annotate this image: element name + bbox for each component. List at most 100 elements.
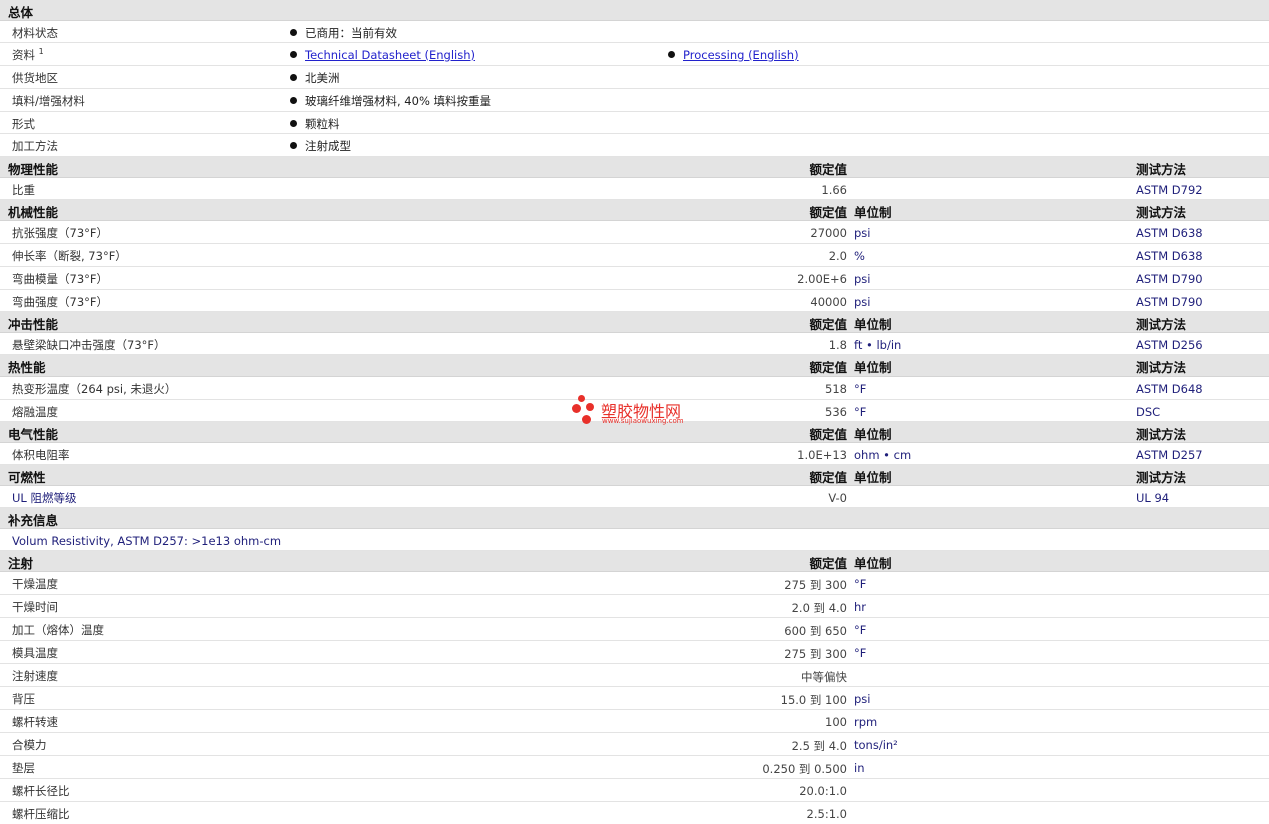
row-label: 模具温度 [12, 646, 58, 660]
section-title: 补充信息 [8, 513, 59, 528]
nominal-header: 额定值 [809, 556, 847, 571]
section-injection: 注射 额定值 单位制 [0, 551, 1269, 572]
row-unit: psi [854, 226, 871, 240]
bullet-item: Technical Datasheet (English) [290, 48, 475, 62]
unit-header: 单位制 [854, 317, 892, 332]
logo-dot-icon [578, 395, 585, 402]
row-value: 2.0 [828, 249, 847, 263]
table-row: 螺杆长径比 20.0:1.0 [0, 779, 1269, 802]
section-thermal: 热性能 额定值 单位制 测试方法 [0, 355, 1269, 377]
row-value: 2.00E+6 [797, 272, 847, 286]
row-label: 螺杆压缩比 [12, 807, 70, 821]
row-label: 材料状态 [12, 26, 58, 40]
row-label: 比重 [12, 183, 35, 197]
row-unit: °F [854, 623, 867, 637]
row-label: 填料/增强材料 [12, 94, 85, 108]
section-title: 总体 [8, 5, 34, 20]
supplement-note: Volum Resistivity, ASTM D257: >1e13 ohm-… [12, 534, 282, 548]
row-label: 螺杆长径比 [12, 784, 70, 798]
row-label: 加工方法 [12, 139, 58, 153]
row-label: 供货地区 [12, 71, 58, 85]
unit-header: 单位制 [854, 427, 892, 442]
row-value: 40000 [810, 295, 847, 309]
unit-header: 单位制 [854, 205, 892, 220]
table-row: 螺杆转速 100 rpm [0, 710, 1269, 733]
row-label: 熔融温度 [12, 405, 58, 419]
test-method-header: 测试方法 [1136, 317, 1187, 332]
row-unit: rpm [854, 715, 878, 729]
general-row-region: 供货地区 北美洲 [0, 66, 1269, 89]
bullet-icon [290, 142, 297, 149]
bullet-item: Processing (English) [668, 48, 799, 62]
row-label: 形式 [12, 117, 35, 131]
general-row-status: 材料状态 已商用：当前有效 [0, 21, 1269, 43]
row-method: ASTM D256 [1136, 338, 1203, 352]
row-value: 2.5 到 4.0 [791, 739, 847, 753]
nominal-header: 额定值 [809, 360, 847, 375]
row-label: 热变形温度（264 psi, 未退火） [12, 382, 177, 396]
table-row: 比重 1.66 ASTM D792 [0, 178, 1269, 200]
section-title: 注射 [8, 556, 34, 571]
processing-link[interactable]: Processing (English) [683, 48, 799, 62]
row-label: 垫层 [12, 761, 35, 775]
row-method: UL 94 [1136, 491, 1170, 505]
row-method: ASTM D792 [1136, 183, 1203, 197]
row-unit: ft • lb/in [854, 338, 902, 352]
row-label: UL 阻燃等级 [12, 491, 77, 505]
row-unit: tons/in² [854, 738, 898, 752]
row-label: 体积电阻率 [12, 448, 70, 462]
watermark-url: www.sujiaowuxing.com [602, 417, 684, 425]
logo-dot-icon [572, 404, 581, 413]
supplement-row: Volum Resistivity, ASTM D257: >1e13 ohm-… [0, 529, 1269, 551]
nominal-header: 额定值 [809, 427, 847, 442]
row-value: 518 [825, 382, 847, 396]
row-value: 20.0:1.0 [799, 784, 847, 798]
general-row-docs: 资料 1 Technical Datasheet (English) Proce… [0, 43, 1269, 66]
unit-header: 单位制 [854, 556, 892, 571]
row-unit: psi [854, 692, 871, 706]
section-title: 机械性能 [8, 205, 59, 220]
row-label: 注射速度 [12, 669, 58, 683]
row-value: 600 到 650 [784, 624, 847, 638]
row-unit: °F [854, 577, 867, 591]
row-value: 275 到 300 [784, 647, 847, 661]
test-method-header: 测试方法 [1136, 205, 1187, 220]
section-mechanical: 机械性能 额定值 单位制 测试方法 [0, 200, 1269, 221]
row-label: 抗张强度（73°F） [12, 226, 108, 240]
section-physical: 物理性能 额定值 测试方法 [0, 157, 1269, 178]
row-value: 1.66 [821, 183, 847, 197]
table-row: 悬壁梁缺口冲击强度（73°F） 1.8 ft • lb/in ASTM D256 [0, 333, 1269, 355]
general-row-form: 形式 颗粒料 [0, 112, 1269, 134]
watermark-logo: 塑胶物性网 www.sujiaowuxing.com [572, 394, 702, 428]
row-label: 加工（熔体）温度 [12, 623, 104, 637]
row-unit: psi [854, 272, 871, 286]
nominal-header: 额定值 [809, 162, 847, 177]
table-row: 弯曲强度（73°F） 40000 psi ASTM D790 [0, 290, 1269, 312]
table-row: 抗张强度（73°F） 27000 psi ASTM D638 [0, 221, 1269, 244]
row-value: 2.5:1.0 [806, 807, 847, 821]
unit-header: 单位制 [854, 470, 892, 485]
section-title: 冲击性能 [8, 317, 59, 332]
bullet-item: 玻璃纤维增强材料, 40% 填料按重量 [290, 93, 491, 109]
row-label: 悬壁梁缺口冲击强度（73°F） [12, 338, 166, 352]
row-label: 伸长率（断裂, 73°F） [12, 249, 127, 263]
bullet-icon [290, 120, 297, 127]
row-label: 螺杆转速 [12, 715, 58, 729]
row-unit: psi [854, 295, 871, 309]
table-row: 干燥时间 2.0 到 4.0 hr [0, 595, 1269, 618]
row-label: 背压 [12, 692, 35, 706]
table-row: 背压 15.0 到 100 psi [0, 687, 1269, 710]
row-value: 27000 [810, 226, 847, 240]
table-row: 体积电阻率 1.0E+13 ohm • cm ASTM D257 [0, 443, 1269, 465]
row-unit: in [854, 761, 865, 775]
row-method: DSC [1136, 405, 1161, 419]
row-value: 1.8 [828, 338, 847, 352]
technical-datasheet-link[interactable]: Technical Datasheet (English) [305, 48, 475, 62]
row-method: ASTM D790 [1136, 295, 1203, 309]
bullet-icon [290, 97, 297, 104]
bullet-icon [290, 51, 297, 58]
table-row: 弯曲模量（73°F） 2.00E+6 psi ASTM D790 [0, 267, 1269, 290]
section-title: 可燃性 [8, 470, 46, 485]
row-unit: ohm • cm [854, 448, 912, 462]
logo-dot-icon [586, 403, 594, 411]
